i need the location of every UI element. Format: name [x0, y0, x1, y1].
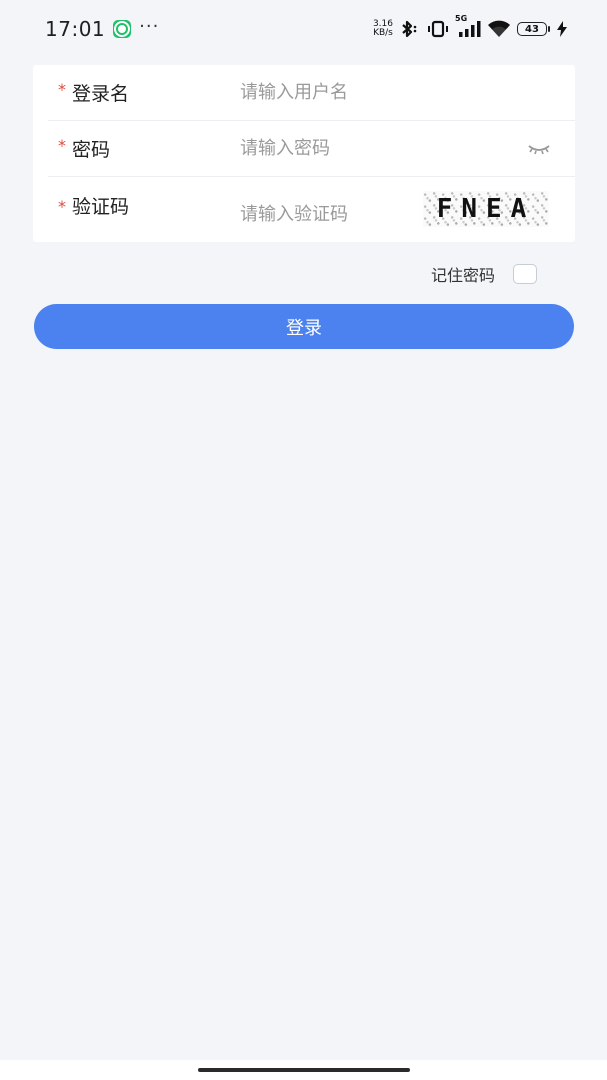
password-label: 密码	[72, 139, 111, 161]
captcha-label: 验证码	[72, 196, 130, 218]
status-left: 17:01 ···	[45, 15, 160, 42]
username-row: * 登录名	[48, 65, 575, 121]
net-speed-unit: KB/s	[373, 28, 393, 38]
signal-icon: 5G	[455, 14, 481, 38]
bluetooth-icon	[399, 20, 421, 38]
username-label: 登录名	[72, 83, 130, 105]
password-input[interactable]	[240, 133, 410, 164]
battery-icon: 43	[517, 22, 550, 36]
eye-closed-icon[interactable]	[527, 141, 551, 160]
network-type: 5G	[455, 14, 468, 23]
captcha-image[interactable]: FNEA	[423, 191, 549, 227]
required-mark: *	[58, 197, 66, 216]
app-notification-icon	[113, 20, 132, 38]
captcha-input[interactable]	[240, 199, 410, 230]
navigation-bar	[0, 1060, 607, 1080]
remember-password-label: 记住密码	[430, 266, 495, 285]
home-indicator[interactable]	[198, 1068, 410, 1072]
remember-password[interactable]: 记住密码	[431, 262, 537, 286]
required-mark: *	[58, 80, 66, 99]
status-right: 3.16 KB/s 5G 43	[373, 14, 567, 38]
vibrate-icon	[427, 20, 449, 38]
charging-icon	[557, 21, 567, 37]
net-speed: 3.16 KB/s	[373, 20, 393, 38]
status-time: 17:01	[45, 17, 106, 41]
status-bar: 17:01 ··· 3.16 KB/s 5G 43	[0, 0, 607, 58]
more-notifications-icon: ···	[139, 15, 160, 37]
login-button[interactable]: 登录	[34, 304, 574, 349]
remember-password-checkbox[interactable]	[513, 264, 537, 284]
wifi-icon	[487, 20, 511, 38]
username-input[interactable]	[240, 77, 410, 108]
login-form: * 登录名 * 密码 * 验证码 FNEA	[33, 65, 575, 242]
captcha-row: * 验证码 FNEA	[48, 177, 575, 242]
password-row: * 密码	[48, 121, 575, 177]
required-mark: *	[58, 136, 66, 155]
